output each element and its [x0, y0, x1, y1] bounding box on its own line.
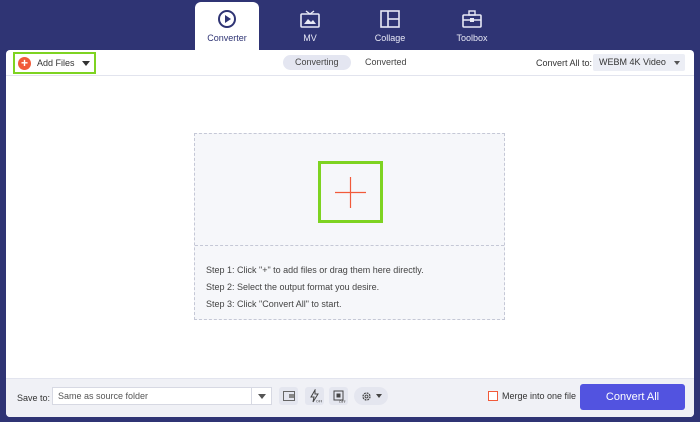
converter-icon	[216, 9, 238, 29]
tab-toolbox-label: Toolbox	[456, 33, 488, 43]
chevron-down-icon	[674, 61, 680, 65]
add-circle-icon: +	[18, 56, 31, 70]
instructions: Step 1: Click "+" to add files or drag t…	[206, 262, 424, 313]
step-1: Step 1: Click "+" to add files or drag t…	[206, 265, 424, 275]
toolbar: + Add Files Converting Converted Convert…	[6, 50, 694, 76]
folder-icon	[282, 391, 295, 401]
collage-icon	[379, 9, 401, 29]
add-files-button[interactable]: + Add Files	[13, 52, 96, 74]
settings-button[interactable]	[354, 387, 388, 405]
bottom-bar: Save to: Same as source folder OFF OFF M…	[6, 378, 694, 417]
drop-area[interactable]	[195, 134, 504, 246]
merge-label: Merge into one file	[502, 391, 577, 401]
tab-collage[interactable]: Collage	[358, 2, 422, 50]
svg-text:OFF: OFF	[316, 400, 322, 404]
save-to-label: Save to:	[17, 393, 51, 403]
toolbox-icon	[461, 9, 483, 29]
mv-icon	[299, 9, 321, 29]
file-drop-zone[interactable]: Step 1: Click "+" to add files or drag t…	[194, 133, 505, 320]
tab-converter-label: Converter	[207, 33, 247, 43]
step-2: Step 2: Select the output format you des…	[206, 282, 380, 292]
plus-icon	[335, 177, 366, 208]
tab-converted[interactable]: Converted	[353, 55, 419, 70]
save-path-dropdown[interactable]	[251, 388, 271, 404]
open-folder-button[interactable]	[279, 387, 298, 405]
tab-mv-label: MV	[303, 33, 317, 43]
svg-text:OFF: OFF	[339, 400, 346, 403]
merge-checkbox[interactable]	[488, 391, 498, 401]
add-files-label: Add Files	[37, 58, 75, 68]
merge-into-one-file[interactable]: Merge into one file	[488, 391, 576, 401]
lightning-off-icon: OFF	[309, 389, 322, 404]
step-3: Step 3: Click "Convert All" to start.	[206, 299, 342, 309]
converter-panel: + Add Files Converting Converted Convert…	[6, 50, 694, 417]
chevron-down-icon	[258, 394, 266, 399]
hardware-acceleration-off-button[interactable]: OFF	[305, 387, 324, 405]
gear-icon	[361, 391, 371, 401]
top-navigation: Converter MV Collage Toolbox	[0, 0, 700, 50]
add-file-plus-button[interactable]	[318, 161, 383, 223]
chevron-down-icon	[375, 394, 382, 398]
tab-collage-label: Collage	[374, 33, 406, 43]
convert-all-button[interactable]: Convert All	[580, 384, 685, 410]
tab-converter[interactable]: Converter	[195, 2, 259, 50]
output-format-select[interactable]: WEBM 4K Video	[593, 54, 685, 71]
chevron-down-icon[interactable]	[81, 60, 90, 66]
output-format-value: WEBM 4K Video	[599, 57, 666, 67]
gpu-acceleration-off-button[interactable]: OFF	[329, 387, 348, 405]
save-path-value: Same as source folder	[58, 391, 149, 401]
save-path-field[interactable]: Same as source folder	[52, 387, 272, 405]
convert-all-to-label: Convert All to:	[536, 58, 593, 68]
tab-converting[interactable]: Converting	[283, 55, 351, 70]
cpu-off-icon: OFF	[333, 390, 346, 403]
tab-mv[interactable]: MV	[278, 2, 342, 50]
tab-toolbox[interactable]: Toolbox	[440, 2, 504, 50]
